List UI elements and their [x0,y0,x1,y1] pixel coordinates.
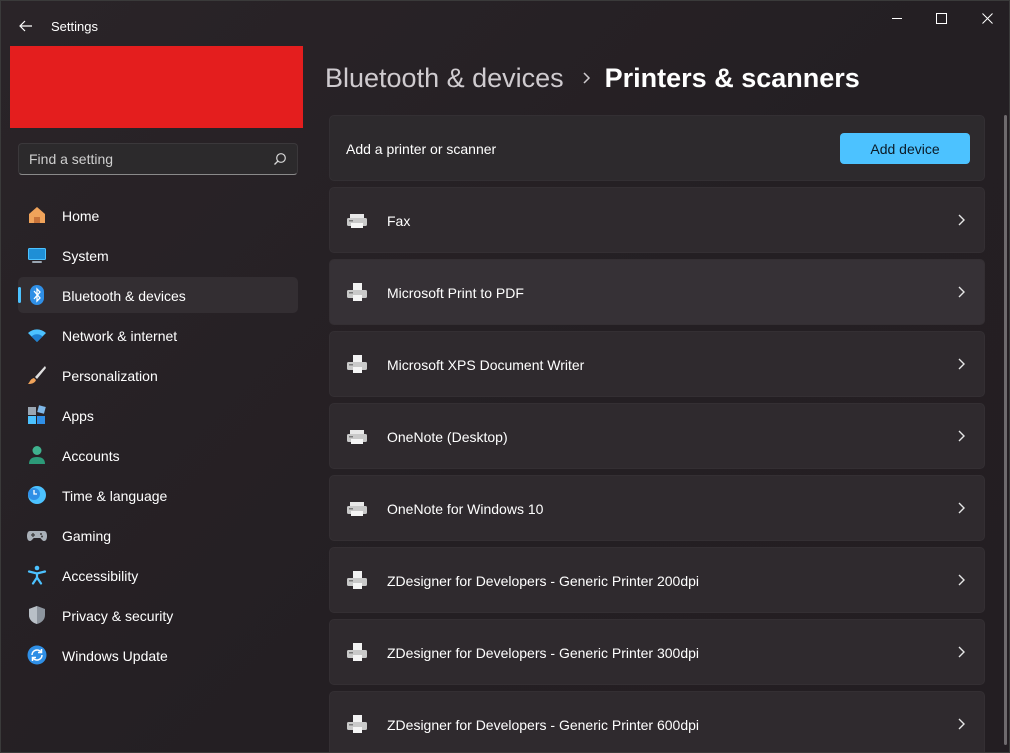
sidebar-item-home[interactable]: Home [18,197,298,233]
sidebar-item-accounts[interactable]: Accounts [18,437,298,473]
sidebar-item-label: Accessibility [62,568,139,584]
account-profile-redacted[interactable] [10,46,303,128]
sidebar-item-gaming[interactable]: Gaming [18,517,298,553]
printer-icon [347,502,367,516]
update-icon [27,645,47,665]
breadcrumb-parent-link[interactable]: Bluetooth & devices [325,63,564,94]
chevron-right-icon [958,574,965,586]
minimize-icon [891,17,902,19]
add-printer-card: Add a printer or scanner Add device [329,115,985,181]
add-device-button[interactable]: Add device [840,133,970,164]
sidebar-item-time-language[interactable]: Time & language [18,477,298,513]
sidebar-nav: Home System Bluetooth & devices Network … [18,197,298,677]
apps-icon [28,405,46,424]
maximize-icon [935,12,947,24]
content-scrollbar[interactable] [1004,115,1007,745]
printer-icon [347,283,367,301]
sidebar-item-label: Windows Update [62,648,168,664]
printer-name: Microsoft XPS Document Writer [387,357,585,373]
sidebar-item-bluetooth-devices[interactable]: Bluetooth & devices [18,277,298,313]
printer-icon [347,430,367,444]
breadcrumb: Bluetooth & devices Printers & scanners [325,61,860,95]
printer-row-zdesigner-600dpi[interactable]: ZDesigner for Developers - Generic Print… [329,691,985,752]
printer-row-zdesigner-200dpi[interactable]: ZDesigner for Developers - Generic Print… [329,547,985,613]
sidebar-item-accessibility[interactable]: Accessibility [18,557,298,593]
sidebar-item-system[interactable]: System [18,237,298,273]
printer-name: OneNote for Windows 10 [387,501,544,517]
printer-row-xps-writer[interactable]: Microsoft XPS Document Writer [329,331,985,397]
chevron-right-icon [958,358,965,370]
sidebar-item-label: Accounts [62,448,120,464]
printer-row-zdesigner-300dpi[interactable]: ZDesigner for Developers - Generic Print… [329,619,985,685]
chevron-right-icon [958,646,965,658]
gamepad-icon [27,531,47,541]
sidebar-item-label: Bluetooth & devices [62,288,186,304]
sidebar-item-apps[interactable]: Apps [18,397,298,433]
printer-name: OneNote (Desktop) [387,429,508,445]
sidebar-item-label: Privacy & security [62,608,174,624]
printer-icon [347,214,367,228]
printer-name: ZDesigner for Developers - Generic Print… [387,717,700,733]
printer-row-print-to-pdf[interactable]: Microsoft Print to PDF [329,259,985,325]
sidebar-item-privacy-security[interactable]: Privacy & security [18,597,298,633]
add-printer-label: Add a printer or scanner [346,141,497,157]
printer-row-onenote-win10[interactable]: OneNote for Windows 10 [329,475,985,541]
sidebar-item-label: System [62,248,109,264]
chevron-right-icon [958,214,965,226]
sidebar-item-label: Apps [62,408,94,424]
search-icon[interactable] [273,152,287,166]
sidebar-item-label: Home [62,208,100,224]
sidebar-item-personalization[interactable]: Personalization [18,357,298,393]
monitor-icon [28,248,46,263]
search-box [18,143,298,175]
back-button[interactable] [11,11,41,41]
printer-icon [347,355,367,373]
accessibility-icon [27,565,47,585]
chevron-right-icon [958,502,965,514]
printer-list: Fax Microsoft Print to PDF Microsoft XPS… [329,187,985,752]
search-input[interactable] [19,144,259,174]
wifi-icon [28,329,46,342]
chevron-right-icon [582,71,591,85]
sidebar-item-label: Gaming [62,528,112,544]
chevron-right-icon [958,718,965,730]
back-arrow-icon [19,20,32,32]
printer-name: ZDesigner for Developers - Generic Print… [387,645,700,661]
printer-name: Fax [387,213,411,229]
page-title: Printers & scanners [604,62,860,93]
printer-icon [347,571,367,589]
printer-icon [347,715,367,733]
printer-name: Microsoft Print to PDF [387,285,524,301]
home-icon [29,207,45,223]
printer-name: ZDesigner for Developers - Generic Print… [387,573,700,589]
clock-globe-icon [28,486,46,504]
sidebar-item-label: Network & internet [62,328,178,344]
settings-window: Settings Find a setting Home System Blue… [0,0,1010,753]
close-button[interactable] [964,1,1009,35]
app-title: Settings [51,19,98,34]
minimize-button[interactable] [874,1,920,35]
chevron-right-icon [958,430,965,442]
printer-row-fax[interactable]: Fax [329,187,985,253]
close-icon [981,12,993,24]
title-bar: Settings [1,1,1009,45]
sidebar-item-network[interactable]: Network & internet [18,317,298,353]
sidebar-item-windows-update[interactable]: Windows Update [18,637,298,673]
bluetooth-icon [30,285,44,305]
printer-icon [347,643,367,661]
sidebar-item-label: Personalization [62,368,158,384]
maximize-button[interactable] [918,1,964,35]
printer-row-onenote-desktop[interactable]: OneNote (Desktop) [329,403,985,469]
person-icon [29,446,45,464]
chevron-right-icon [958,286,965,298]
brush-icon [28,366,46,384]
sidebar-item-label: Time & language [62,488,168,504]
shield-icon [29,606,45,624]
